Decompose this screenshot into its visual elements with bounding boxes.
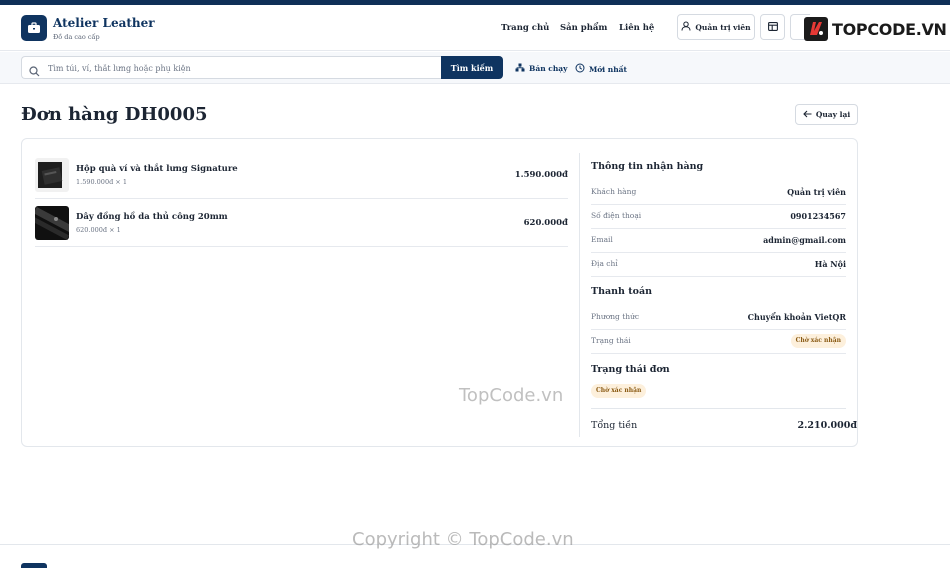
watermark-copyright: Copyright © TopCode.vn: [352, 529, 574, 550]
column-divider: [579, 153, 580, 437]
info-row-payment-method: Phương thức Chuyển khoản VietQR: [591, 306, 846, 330]
briefcase-icon[interactable]: [21, 15, 47, 41]
search-button[interactable]: Tìm kiếm: [441, 56, 503, 79]
search-icon: [29, 62, 40, 81]
watermark-center: TopCode.vn: [459, 385, 564, 406]
order-status-section-title: Trạng thái đơn: [591, 364, 670, 375]
info-row-payment-status: Trạng thái Chờ xác nhận: [591, 330, 846, 354]
quick-link-bestseller[interactable]: Bán chạy: [515, 63, 568, 74]
arrow-left-icon: [803, 110, 812, 120]
product-thumbnail[interactable]: [35, 206, 69, 240]
item-name[interactable]: Hộp quà ví và thắt lưng Signature: [76, 164, 238, 174]
page-title: Đơn hàng DH0005: [21, 104, 208, 125]
info-row-phone: Số điện thoại 0901234567: [591, 205, 846, 229]
info-row-customer: Khách hàng Quản trị viên: [591, 181, 846, 205]
order-item: Hộp quà ví và thắt lưng Signature 1.590.…: [35, 151, 568, 199]
info-row-address: Địa chỉ Hà Nội: [591, 253, 846, 277]
info-value: admin@gmail.com: [763, 235, 846, 245]
brand-name[interactable]: Atelier Leather: [53, 16, 155, 30]
bestseller-icon: [515, 63, 525, 74]
info-label: Phương thức: [591, 312, 640, 321]
order-item: Dây đồng hồ da thủ công 20mm 620.000đ × …: [35, 199, 568, 247]
info-label: Trạng thái: [591, 336, 631, 345]
total-divider: [591, 408, 846, 409]
clock-icon: [575, 63, 585, 75]
back-button[interactable]: Quay lại: [795, 104, 858, 125]
info-value: 0901234567: [790, 211, 846, 221]
order-detail-card: Hộp quà ví và thắt lưng Signature 1.590.…: [21, 138, 858, 447]
nav-link-home[interactable]: Trang chủ: [501, 23, 549, 33]
item-price: 620.000đ: [523, 218, 568, 228]
info-label: Email: [591, 235, 613, 244]
info-label: Địa chỉ: [591, 259, 618, 268]
brand-tagline: Đồ da cao cấp: [53, 33, 100, 41]
search-input[interactable]: [48, 60, 428, 76]
topcode-logo-icon: [804, 17, 828, 41]
total-label: Tổng tiền: [591, 420, 638, 431]
quick-link-newest-label: Mới nhất: [589, 64, 627, 74]
user-icon: [681, 21, 691, 33]
account-button[interactable]: Quản trị viên: [677, 14, 755, 40]
info-label: Khách hàng: [591, 187, 637, 196]
dashboard-button[interactable]: [760, 14, 785, 40]
info-label: Số điện thoại: [591, 211, 642, 220]
nav-link-contact[interactable]: Liên hệ: [619, 23, 654, 33]
watermark-logo-text: TOPCODE.VN: [832, 19, 947, 39]
info-value: Chuyển khoản VietQR: [747, 312, 846, 322]
footer-logo-icon: [21, 563, 47, 568]
watermark-logo: TOPCODE.VN: [803, 15, 947, 43]
back-button-label: Quay lại: [815, 110, 851, 119]
item-price: 1.590.000đ: [514, 170, 568, 180]
order-status-badge: Chờ xác nhận: [591, 384, 647, 398]
payment-section-title: Thanh toán: [591, 286, 653, 297]
payment-status-badge: Chờ xác nhận: [790, 334, 846, 348]
header: Atelier Leather Đồ da cao cấp Trang chủ …: [0, 5, 950, 51]
nav-link-products[interactable]: Sản phẩm: [560, 23, 607, 33]
total-value: 2.210.000đ: [797, 420, 857, 431]
item-meta: 1.590.000đ × 1: [76, 178, 127, 186]
info-value: Quản trị viên: [787, 187, 846, 197]
search-bar: Tìm kiếm Bán chạy Mới nhất: [0, 52, 950, 84]
info-value: Hà Nội: [814, 259, 846, 269]
quick-link-bestseller-label: Bán chạy: [529, 64, 568, 73]
info-row-email: Email admin@gmail.com: [591, 229, 846, 253]
layout-icon: [767, 21, 778, 33]
item-meta: 620.000đ × 1: [76, 226, 121, 234]
quick-link-newest[interactable]: Mới nhất: [575, 63, 627, 75]
search-box: [21, 56, 441, 79]
product-thumbnail[interactable]: [35, 158, 69, 192]
shipping-section-title: Thông tin nhận hàng: [591, 161, 704, 172]
item-name[interactable]: Dây đồng hồ da thủ công 20mm: [76, 212, 228, 222]
account-label: Quản trị viên: [695, 22, 751, 32]
